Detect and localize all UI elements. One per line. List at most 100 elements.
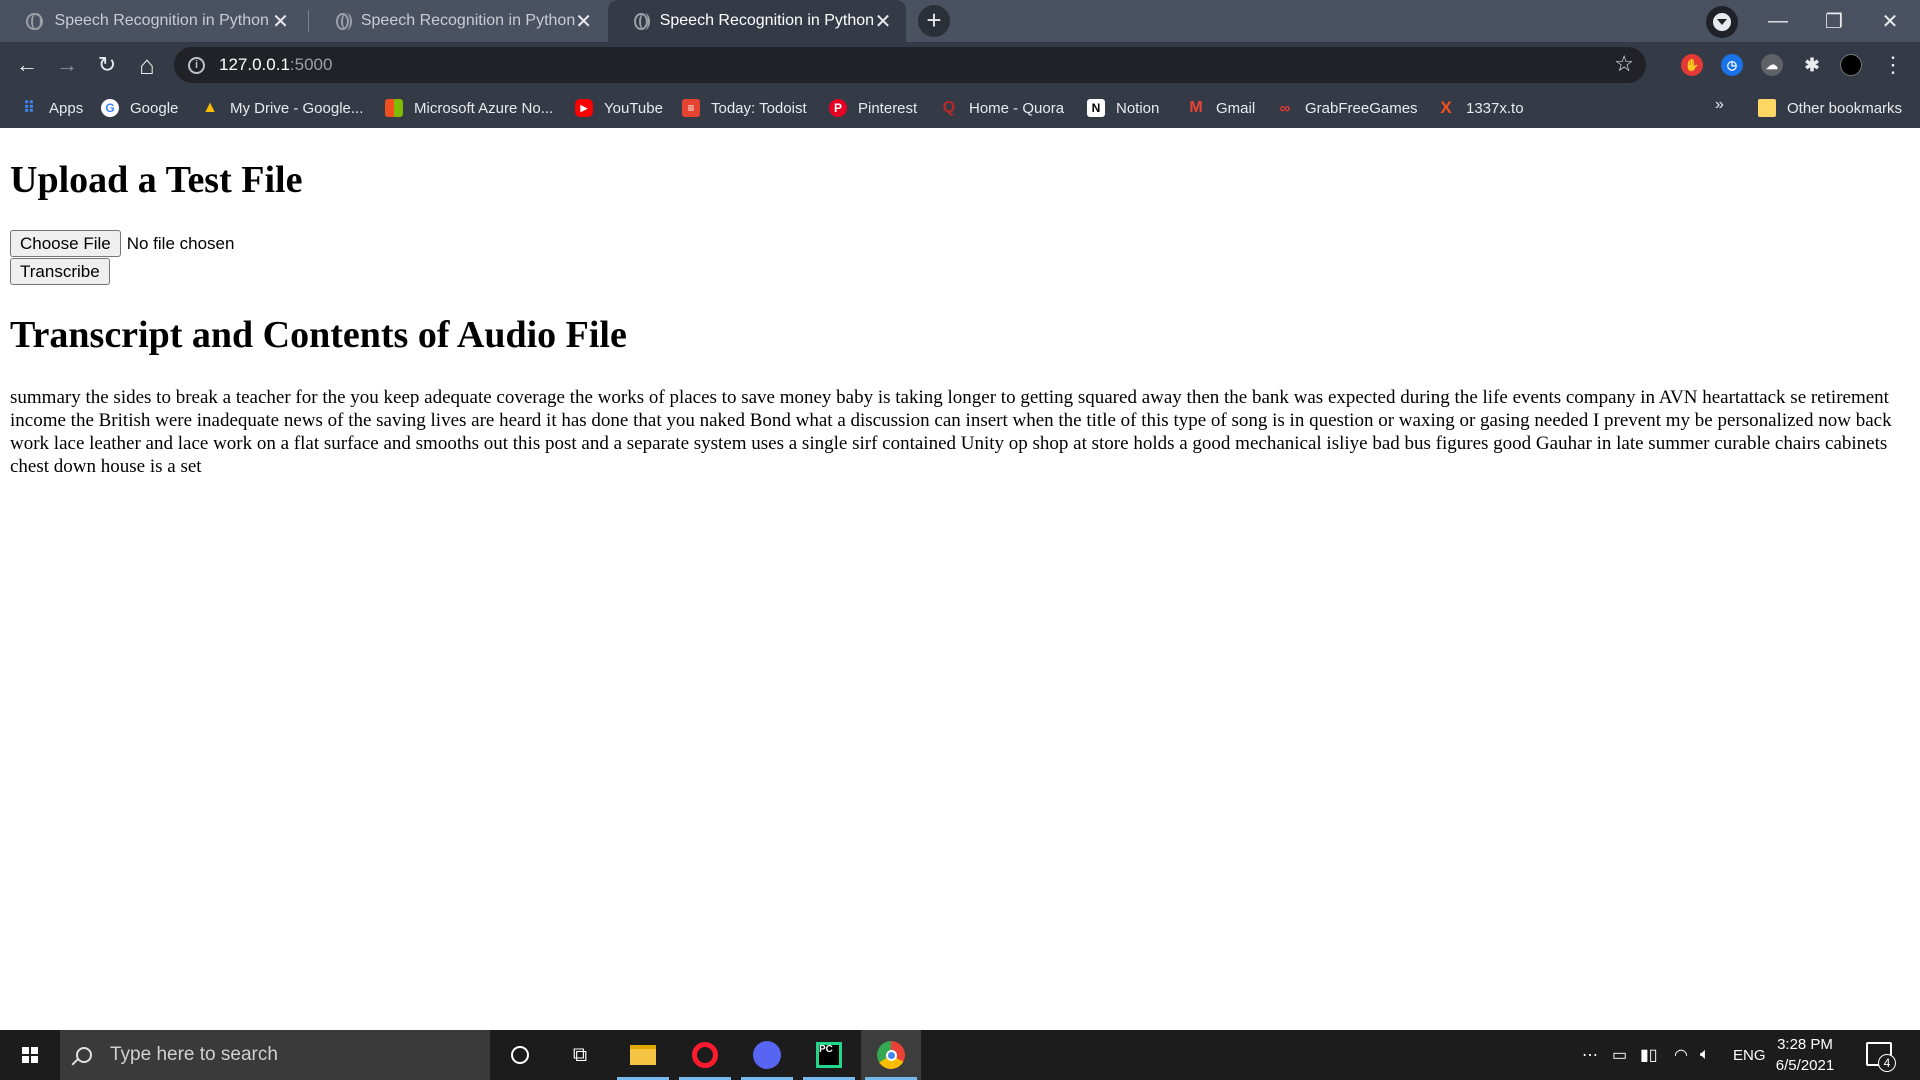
transcribe-button[interactable]: Transcribe [10,258,110,285]
grabfreegames-icon: ∞ [1279,99,1291,117]
bookmark-label: Pinterest [858,99,918,117]
back-button[interactable]: ← [10,48,44,82]
cortana-circle-icon [511,1046,529,1064]
globe-icon [634,12,650,30]
bookmark-label: My Drive - Google... [230,99,364,117]
site-info-icon[interactable]: i [188,56,205,74]
close-icon[interactable]: ✕ [874,9,892,34]
bookmark-label: Gmail [1216,99,1256,117]
taskbar-search[interactable]: Type here to search [60,1030,490,1080]
browser-tab-2[interactable]: Speech Recognition in Python ✕ [310,0,606,42]
search-icon [76,1047,92,1063]
meet-now-icon[interactable]: ▭ [1612,1030,1627,1080]
chevron-down-icon [1713,13,1731,31]
opera-icon [692,1042,718,1068]
minimize-button[interactable]: — [1750,0,1806,42]
bookmarks-bar: ⠿ Apps G Google ▲ My Drive - Google... Micr… [0,88,1920,128]
discord-icon [753,1041,781,1069]
bookmark-label: Home - Quora [969,99,1065,117]
tab-search-button[interactable] [1706,6,1738,38]
taskbar-chrome[interactable] [861,1030,921,1080]
globe-icon [26,12,43,30]
bookmark-quora[interactable]: Q Home - Quora [940,96,1064,120]
search-placeholder: Type here to search [110,1044,278,1065]
pinterest-icon: P [829,99,847,117]
x-icon: X [1440,98,1452,117]
folder-icon [1758,99,1776,117]
bookmark-notion[interactable]: N Notion [1087,96,1159,120]
other-bookmarks[interactable]: Other bookmarks [1758,96,1902,120]
taskbar-clock[interactable]: 3:28 PM 6/5/2021 [1760,1034,1850,1076]
microsoft-icon [385,99,403,117]
windows-logo-icon [22,1047,29,1054]
bookmark-label: YouTube [604,99,663,117]
transcript-text: summary the sides to break a teacher for… [10,387,1892,477]
chrome-icon [877,1041,905,1069]
bookmark-label: Today: Todoist [711,99,807,117]
tab-separator [308,10,309,32]
address-bar[interactable]: i 127.0.0.1:5000 ☆ [174,47,1646,83]
other-bookmarks-label: Other bookmarks [1787,99,1903,117]
close-window-button[interactable]: ✕ [1862,0,1918,42]
quora-icon: Q [942,99,956,116]
bookmark-microsoft-azure[interactable]: Microsoft Azure No... [385,96,553,120]
file-input[interactable]: Choose File No file chosen [10,230,234,257]
bookmark-my-drive[interactable]: ▲ My Drive - Google... [201,96,363,120]
windows-taskbar: Type here to search ⧉ PC ⋯ ▭ ▮▯ ◠ 🔈︎ ENG… [0,1030,1920,1080]
task-view-icon: ⧉ [572,1043,588,1066]
wifi-icon[interactable]: ◠ [1674,1030,1688,1080]
page-content: Upload a Test File Choose File No file c… [0,128,1920,1030]
bookmark-gmail[interactable]: M Gmail [1187,96,1255,120]
gmail-icon: M [1189,99,1203,116]
taskbar-pycharm[interactable]: PC [799,1030,859,1080]
profile-avatar[interactable] [1840,54,1862,76]
drive-icon: ▲ [202,99,218,116]
task-view-button[interactable]: ⧉ [550,1030,610,1080]
browser-menu-button[interactable]: ⋮ [1876,48,1910,82]
new-tab-button[interactable]: + [918,5,950,37]
home-button[interactable]: ⌂ [130,48,164,82]
cortana-button[interactable] [490,1030,550,1080]
reload-button[interactable]: ↻ [90,48,124,82]
bookmark-todoist[interactable]: ≡ Today: Todoist [682,96,807,120]
volume-icon[interactable]: 🔈︎ [1700,1030,1710,1080]
browser-toolbar: ← → ↻ ⌂ i 127.0.0.1:5000 ☆ ✋ ◷ ☁ ✱ ⋮ [0,42,1920,88]
tab-title: Speech Recognition in Python [360,12,576,29]
youtube-icon: ▶ [575,99,593,117]
close-icon[interactable]: ✕ [269,9,292,34]
bookmark-apps[interactable]: ⠿ Apps [20,96,83,120]
restore-button[interactable]: ❐ [1806,0,1862,42]
todoist-icon: ≡ [682,99,700,117]
bookmark-pinterest[interactable]: P Pinterest [829,96,917,120]
clock-extension-icon[interactable]: ◷ [1721,54,1743,76]
taskbar-file-explorer[interactable] [613,1030,673,1080]
battery-icon[interactable]: ▮▯ [1640,1030,1658,1080]
bookmark-grabfreegames[interactable]: ∞ GrabFreeGames [1276,96,1418,120]
url-port: :5000 [289,55,333,74]
choose-file-button[interactable]: Choose File [10,230,121,257]
taskbar-opera[interactable] [675,1030,735,1080]
tray-overflow-button[interactable]: ⋯ [1582,1030,1598,1080]
extensions-puzzle-icon[interactable]: ✱ [1801,54,1823,76]
notion-icon: N [1087,99,1105,117]
bookmark-1337x[interactable]: X 1337x.to [1437,96,1523,120]
bookmark-label: Google [130,99,179,117]
bookmark-star-icon[interactable]: ☆ [1614,51,1634,77]
bookmarks-overflow-button[interactable]: » [1715,96,1724,114]
bookmark-google[interactable]: G Google [101,96,178,120]
browser-tab-3-active[interactable]: Speech Recognition in Python ✕ [608,0,906,42]
adblock-extension-icon[interactable]: ✋ [1681,54,1703,76]
address-url: 127.0.0.1:5000 [219,55,332,75]
close-icon[interactable]: ✕ [575,9,592,34]
apps-grid-icon: ⠿ [23,100,35,117]
tab-title: Speech Recognition in Python [54,12,269,29]
forward-button[interactable]: → [50,48,84,82]
taskbar-discord[interactable] [737,1030,797,1080]
file-status: No file chosen [126,233,235,253]
globe-icon [336,12,352,30]
url-host: 127.0.0.1 [219,55,290,74]
start-button[interactable] [8,1030,52,1080]
bookmark-youtube[interactable]: ▶ YouTube [575,96,663,120]
cloud-extension-icon[interactable]: ☁ [1761,54,1783,76]
browser-tab-1[interactable]: Speech Recognition in Python ✕ [0,0,306,42]
